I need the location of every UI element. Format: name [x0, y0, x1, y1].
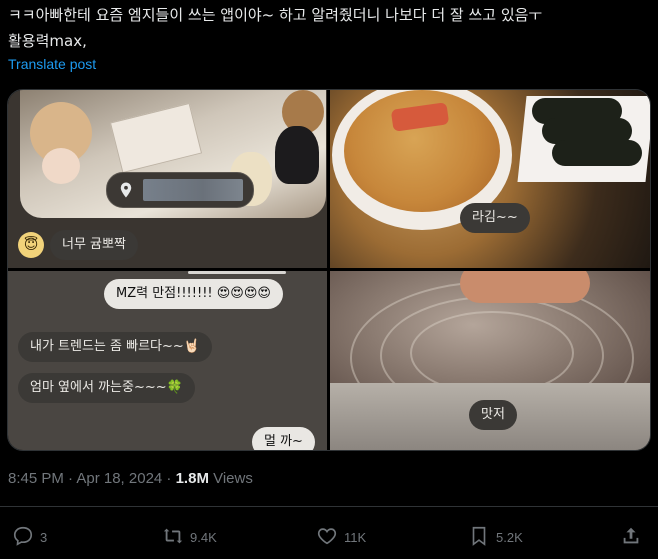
chat-bubble-received: 내가 트렌드는 좀 빠르다~~🤘🏻	[18, 332, 212, 362]
repost-icon	[162, 525, 184, 550]
location-sticker	[106, 172, 254, 208]
cropped-bubble-edge	[188, 271, 286, 274]
views-label: Views	[208, 470, 253, 487]
chat-bubble: 맛저	[469, 400, 517, 430]
action-bar: 3 9.4K 11K 5.2K	[0, 520, 658, 554]
bookmark-icon	[468, 525, 490, 550]
media-grid: 😇 너무 귬뽀짝 라김~~ MZ력 만점!!!!!!! 😍😍😍😍 내가 트렌드는…	[7, 89, 651, 451]
like-count: 11K	[344, 529, 367, 545]
bookmark-button[interactable]: 5.2K	[468, 520, 523, 554]
like-button[interactable]: 11K	[316, 520, 366, 554]
repost-count: 9.4K	[190, 529, 217, 545]
reply-button[interactable]: 3	[12, 520, 47, 554]
post-timestamp[interactable]: 8:45 PM · Apr 18, 2024 ·	[8, 470, 176, 487]
reply-icon	[12, 525, 34, 550]
translate-post-link[interactable]: Translate post	[8, 56, 96, 72]
chat-bubble: 라김~~	[460, 203, 530, 233]
repost-button[interactable]: 9.4K	[162, 520, 217, 554]
share-icon	[620, 525, 642, 550]
plush-cat	[275, 126, 319, 184]
chat-bubble: 너무 귬뽀짝	[50, 230, 138, 260]
media-image-1[interactable]: 😇 너무 귬뽀짝	[8, 90, 327, 268]
share-button[interactable]	[620, 520, 642, 554]
views-count: 1.8M	[175, 470, 209, 487]
avatar: 😇	[18, 232, 44, 258]
tweet-text: ㅋㅋ아빠한테 요즘 엠지들이 쓰는 앱이야~ 하고 알려줬더니 나보다 더 잘 …	[8, 6, 543, 50]
media-image-4[interactable]: 맛저	[330, 271, 650, 450]
heart-icon	[316, 525, 338, 550]
blurred-location	[143, 179, 243, 201]
chat-bubble-received: 엄마 옆에서 까는중~~~🍀	[18, 373, 195, 403]
location-pin-icon	[117, 181, 135, 199]
paper-box	[109, 102, 203, 174]
divider	[0, 506, 658, 507]
media-image-2[interactable]: 라김~~	[330, 90, 650, 268]
bookmark-count: 5.2K	[496, 529, 523, 545]
chat-bubble-sent: MZ력 만점!!!!!!! 😍😍😍😍	[104, 279, 283, 309]
room-photo	[20, 90, 326, 218]
kimbap-roll	[552, 140, 642, 166]
post-meta: 8:45 PM · Apr 18, 2024 · 1.8M Views	[8, 470, 253, 487]
chat-bubble-sent: 멀 까~	[252, 427, 315, 450]
plush-bear-small	[42, 148, 80, 184]
reply-count: 3	[40, 529, 48, 545]
grilled-meat	[460, 271, 590, 303]
media-image-3[interactable]: MZ력 만점!!!!!!! 😍😍😍😍 내가 트렌드는 좀 빠르다~~🤘🏻 엄마 …	[8, 271, 327, 450]
